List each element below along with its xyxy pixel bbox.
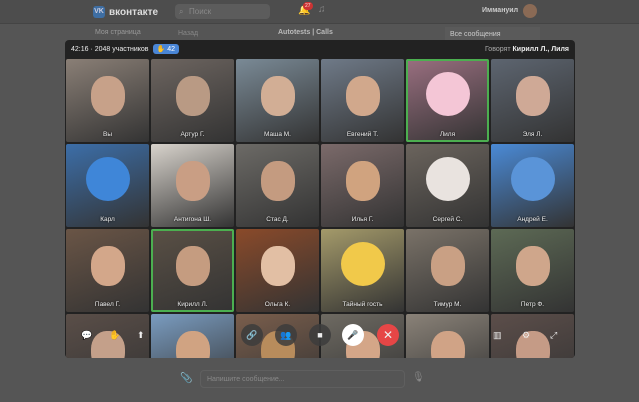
vk-logo[interactable]: VK вконтакте bbox=[93, 6, 158, 18]
participant-tile[interactable]: Лиля bbox=[406, 59, 489, 142]
participant-name: Лиля bbox=[439, 131, 456, 138]
participant-avatar bbox=[510, 156, 555, 201]
participant-tile[interactable]: Сергей С. bbox=[406, 144, 489, 227]
participant-tile[interactable]: Карл bbox=[66, 144, 149, 227]
participant-tile[interactable]: Стас Д. bbox=[236, 144, 319, 227]
call-info: 42:16 · 2048 участников bbox=[71, 45, 149, 53]
participant-tile[interactable]: Кирилл Л. bbox=[151, 229, 234, 312]
participant-name: Петр Ф. bbox=[520, 301, 545, 308]
participant-name: Илья Г. bbox=[351, 216, 374, 223]
participant-tile[interactable]: Андрей Е. bbox=[491, 144, 574, 227]
participant-avatar bbox=[425, 71, 470, 116]
participant-video bbox=[345, 76, 380, 117]
music-icon[interactable]: ♫ bbox=[318, 4, 326, 15]
chat-title: Autotests | Calls bbox=[278, 29, 333, 36]
participant-tile[interactable]: Тимур М. bbox=[406, 229, 489, 312]
raised-hands-badge[interactable]: ✋ 42 bbox=[152, 44, 179, 54]
participant-tile[interactable]: Евгений Т. bbox=[321, 59, 404, 142]
participant-name: Карл bbox=[100, 216, 115, 223]
speaking-names: Кирилл Л., Лиля bbox=[512, 45, 570, 53]
participant-video bbox=[90, 76, 125, 117]
notification-badge: 27 bbox=[303, 2, 313, 10]
all-messages-link[interactable]: Все сообщения bbox=[445, 27, 540, 41]
participant-name: Тайный гость bbox=[342, 301, 383, 308]
participant-tile[interactable]: Илья Г. bbox=[321, 144, 404, 227]
gear-icon[interactable]: ⚙ bbox=[522, 330, 530, 341]
speaking-indicator: Говорят Кирилл Л., Лиля bbox=[485, 46, 569, 53]
top-bar: VKвконтакте Поиск 🔔 27 ♫ Иммануил bbox=[0, 0, 639, 24]
call-overlay: 42:16 · 2048 участников ✋ 42 Говорят Кир… bbox=[65, 40, 575, 358]
avatar[interactable] bbox=[523, 4, 537, 18]
screen-share-icon[interactable]: ⬆ bbox=[137, 330, 145, 341]
voice-message-icon[interactable]: 🎙 bbox=[412, 372, 425, 383]
sidebar-item-my-page[interactable]: Моя страница bbox=[95, 29, 141, 36]
participant-name: Эля Л. bbox=[522, 131, 543, 138]
participant-name: Павел Г. bbox=[94, 301, 121, 308]
camera-button[interactable]: ■ bbox=[309, 324, 331, 346]
participant-avatar bbox=[340, 241, 385, 286]
link-button[interactable]: 🔗 bbox=[241, 324, 263, 346]
vk-logo-icon: VK bbox=[93, 6, 105, 18]
participant-name: Кирилл Л. bbox=[177, 301, 208, 308]
call-controls: 💬 ✋ ⬆ 🔗 👥 ■ 🎤 ✕ ▥ ⚙ ⤢ bbox=[65, 322, 575, 358]
participant-video bbox=[175, 246, 210, 287]
participant-name: Вы bbox=[102, 131, 112, 138]
participant-video bbox=[515, 246, 550, 287]
participant-tile[interactable]: Петр Ф. bbox=[491, 229, 574, 312]
raise-hand-icon[interactable]: ✋ bbox=[109, 330, 120, 341]
participant-tile[interactable]: Ольга К. bbox=[236, 229, 319, 312]
participant-tile[interactable]: Артур Г. bbox=[151, 59, 234, 142]
search-input[interactable]: Поиск bbox=[175, 4, 270, 19]
participant-name: Антигона Ш. bbox=[173, 216, 212, 223]
participant-video bbox=[515, 76, 550, 117]
call-header: 42:16 · 2048 участников ✋ 42 Говорят Кир… bbox=[65, 40, 575, 58]
composer: 📎 Напишите сообщение... 🎙 bbox=[175, 368, 430, 390]
end-call-button[interactable]: ✕ bbox=[377, 324, 399, 346]
participant-name: Ольга К. bbox=[264, 301, 291, 308]
attach-icon[interactable]: 📎 bbox=[180, 373, 192, 384]
user-name[interactable]: Иммануил bbox=[482, 7, 518, 14]
participant-video bbox=[90, 246, 125, 287]
logo-text: вконтакте bbox=[109, 6, 159, 18]
participant-tile[interactable]: Эля Л. bbox=[491, 59, 574, 142]
participant-name: Артур Г. bbox=[180, 131, 205, 138]
chat-icon[interactable]: 💬 bbox=[81, 330, 92, 341]
fullscreen-icon[interactable]: ⤢ bbox=[550, 330, 557, 341]
mute-button[interactable]: 🎤 bbox=[342, 324, 364, 346]
participant-tile[interactable]: Маша М. bbox=[236, 59, 319, 142]
participant-video bbox=[260, 76, 295, 117]
participant-tile[interactable]: Павел Г. bbox=[66, 229, 149, 312]
raised-hands-count: 42 bbox=[167, 46, 175, 53]
participant-avatar bbox=[85, 156, 130, 201]
participant-video bbox=[175, 76, 210, 117]
participant-video bbox=[430, 246, 465, 287]
participant-name: Сергей С. bbox=[432, 216, 463, 223]
participant-name: Стас Д. bbox=[266, 216, 289, 223]
participants-button[interactable]: 👥 bbox=[275, 324, 297, 346]
speaking-label: Говорят bbox=[484, 45, 511, 53]
participant-name: Тимур М. bbox=[433, 301, 462, 308]
participant-name: Евгений Т. bbox=[346, 131, 379, 138]
participant-video bbox=[260, 246, 295, 287]
participant-video bbox=[345, 161, 380, 202]
message-input[interactable]: Напишите сообщение... bbox=[200, 370, 405, 388]
participant-tile[interactable]: Антигона Ш. bbox=[151, 144, 234, 227]
participant-name: Андрей Е. bbox=[517, 216, 548, 223]
participant-video bbox=[175, 161, 210, 202]
chat-header: Назад Autotests | Calls bbox=[178, 27, 428, 41]
participant-tile[interactable]: Вы bbox=[66, 59, 149, 142]
participant-video bbox=[260, 161, 295, 202]
participant-name: Маша М. bbox=[264, 131, 291, 138]
participant-avatar bbox=[425, 156, 470, 201]
participant-grid: Вы Артур Г. Маша М. Евгений Т. Лиля Эля Л. Кар… bbox=[66, 59, 574, 358]
back-button[interactable]: Назад bbox=[178, 30, 198, 37]
layout-icon[interactable]: ▥ bbox=[493, 330, 502, 341]
participant-tile[interactable]: Тайный гость bbox=[321, 229, 404, 312]
